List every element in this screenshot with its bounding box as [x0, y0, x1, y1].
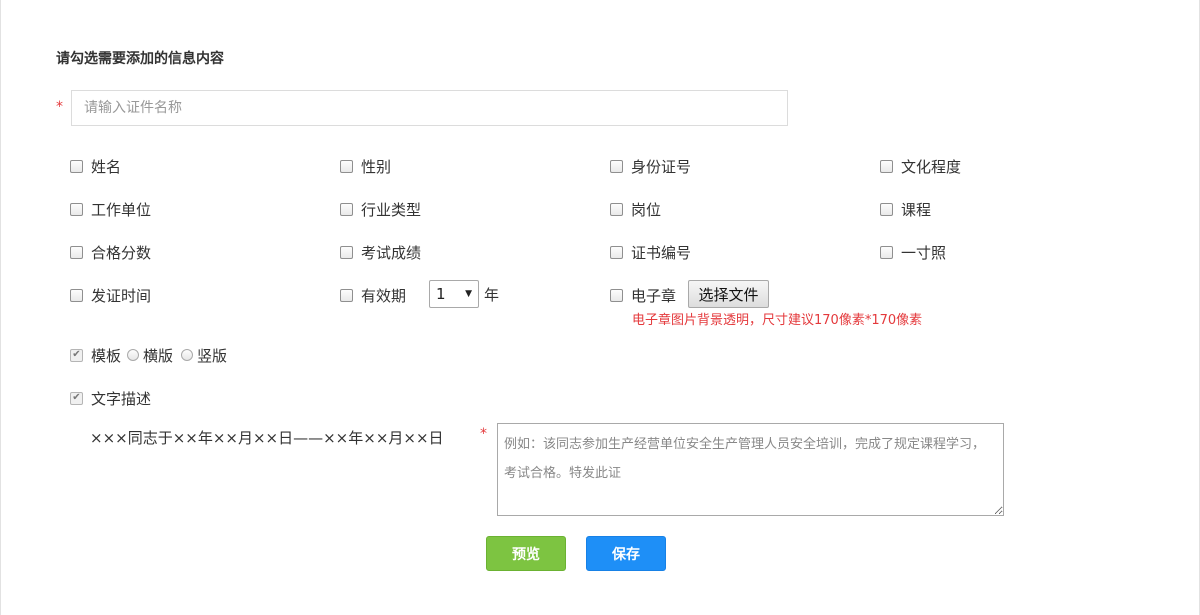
- checkbox-icon[interactable]: [610, 202, 623, 216]
- chevron-down-icon: ▼: [465, 289, 472, 299]
- field-label: 证书编号: [631, 243, 692, 262]
- field-checkbox-gender[interactable]: 性别: [340, 156, 391, 176]
- field-checkbox-employer[interactable]: 工作单位: [70, 199, 151, 219]
- field-checkbox-issue-date[interactable]: 发证时间: [70, 285, 151, 305]
- radio-vertical-label: 竖版: [197, 346, 228, 365]
- validity-select[interactable]: 1 ▼: [429, 280, 479, 308]
- field-label: 文化程度: [901, 157, 962, 176]
- section-title: 请勾选需要添加的信息内容: [56, 51, 224, 67]
- validity-select-value: 1: [436, 285, 446, 303]
- field-label: 行业类型: [361, 200, 422, 219]
- radio-horizontal[interactable]: [127, 349, 140, 361]
- field-label: 合格分数: [91, 243, 152, 262]
- checkbox-icon[interactable]: [70, 288, 83, 302]
- description-textarea[interactable]: [497, 423, 1004, 516]
- field-checkbox-photo[interactable]: 一寸照: [880, 242, 946, 262]
- checkbox-icon[interactable]: [880, 159, 893, 173]
- checkbox-icon[interactable]: [880, 202, 893, 216]
- field-label: 身份证号: [631, 157, 692, 176]
- field-checkbox-id-number[interactable]: 身份证号: [610, 156, 691, 176]
- field-checkbox-position[interactable]: 岗位: [610, 199, 661, 219]
- checkbox-checked-icon[interactable]: ✔: [70, 391, 83, 405]
- seal-hint: 电子章图片背景透明，尺寸建议170像素*170像素: [632, 313, 923, 328]
- field-label: 岗位: [631, 200, 662, 219]
- template-label: 模板: [91, 346, 122, 365]
- checkbox-icon[interactable]: [340, 202, 353, 216]
- field-label: 电子章: [631, 286, 677, 305]
- field-label: 课程: [901, 200, 932, 219]
- field-checkbox-passing-score[interactable]: 合格分数: [70, 242, 151, 262]
- field-checkbox-seal[interactable]: 电子章: [610, 285, 676, 305]
- checkbox-icon[interactable]: [610, 245, 623, 259]
- field-label: 发证时间: [91, 286, 152, 305]
- checkbox-checked-icon[interactable]: ✔: [70, 348, 83, 362]
- checkbox-icon[interactable]: [610, 288, 623, 302]
- required-mark: *: [480, 426, 487, 442]
- save-button[interactable]: 保存: [586, 536, 666, 571]
- field-label: 一寸照: [901, 243, 947, 262]
- field-checkbox-education[interactable]: 文化程度: [880, 156, 961, 176]
- field-label: 工作单位: [91, 200, 152, 219]
- preview-button[interactable]: 预览: [486, 536, 566, 571]
- field-checkbox-validity[interactable]: 有效期: [340, 285, 406, 305]
- field-label: 考试成绩: [361, 243, 422, 262]
- checkbox-icon[interactable]: [70, 159, 83, 173]
- checkbox-icon[interactable]: [70, 245, 83, 259]
- certificate-name-input[interactable]: [71, 90, 788, 126]
- checkbox-icon[interactable]: [610, 159, 623, 173]
- required-mark: *: [56, 99, 63, 115]
- text-desc-row[interactable]: ✔ 文字描述: [70, 388, 151, 408]
- field-checkbox-certificate-number[interactable]: 证书编号: [610, 242, 691, 262]
- field-checkbox-industry[interactable]: 行业类型: [340, 199, 421, 219]
- choose-file-button[interactable]: 选择文件: [688, 280, 769, 308]
- checkbox-icon[interactable]: [340, 159, 353, 173]
- radio-vertical[interactable]: [181, 349, 194, 361]
- field-label: 姓名: [91, 157, 122, 176]
- radio-horizontal-label: 横版: [143, 346, 174, 365]
- date-range-sample: ×××同志于××年××月××日——××年××月××日: [90, 429, 444, 447]
- template-row: ✔ 模板 横版 竖版: [70, 345, 227, 365]
- field-checkbox-name[interactable]: 姓名: [70, 156, 121, 176]
- field-label: 性别: [361, 157, 392, 176]
- checkbox-icon[interactable]: [340, 245, 353, 259]
- checkbox-icon[interactable]: [340, 288, 353, 302]
- field-checkbox-exam-score[interactable]: 考试成绩: [340, 242, 421, 262]
- field-label: 有效期: [361, 286, 407, 305]
- validity-unit: 年: [484, 286, 500, 304]
- text-desc-label: 文字描述: [91, 389, 152, 408]
- checkbox-icon[interactable]: [880, 245, 893, 259]
- field-checkbox-course[interactable]: 课程: [880, 199, 931, 219]
- checkbox-icon[interactable]: [70, 202, 83, 216]
